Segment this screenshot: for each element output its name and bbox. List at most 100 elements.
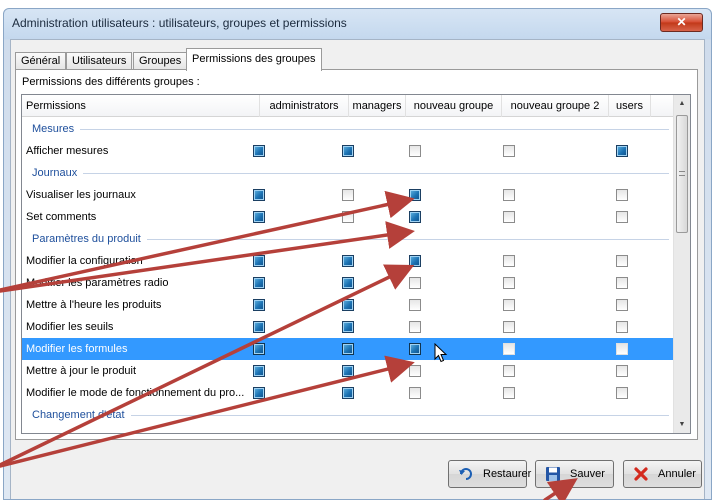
permission-checkbox[interactable] xyxy=(253,255,265,267)
group-divider xyxy=(80,129,669,130)
permission-checkbox[interactable] xyxy=(342,211,354,223)
group-header-row: Paramètres du produit xyxy=(22,228,673,250)
tab-label: Permissions des groupes xyxy=(192,53,316,65)
permission-label: Mettre à jour le produit xyxy=(26,365,137,377)
tab-general[interactable]: Général xyxy=(15,52,67,70)
scroll-down-arrow-icon[interactable]: ▼ xyxy=(674,416,690,433)
permission-checkbox[interactable] xyxy=(342,387,354,399)
column-header-managers[interactable]: managers xyxy=(349,95,406,117)
close-button[interactable]: ✕ xyxy=(660,13,703,32)
permission-row[interactable]: Visualiser les journaux xyxy=(22,184,673,206)
permission-label: Modifier les seuils xyxy=(26,321,114,333)
permission-row[interactable]: Mettre à jour le produit xyxy=(22,360,673,382)
permission-checkbox[interactable] xyxy=(253,145,265,157)
tab-users[interactable]: Utilisateurs xyxy=(66,52,133,70)
floppy-disk-icon xyxy=(546,467,560,481)
permission-checkbox[interactable] xyxy=(342,321,354,333)
permission-checkbox[interactable] xyxy=(409,277,421,289)
permission-checkbox[interactable] xyxy=(503,211,515,223)
permission-checkbox[interactable] xyxy=(409,299,421,311)
window-title: Administration utilisateurs : utilisateu… xyxy=(12,16,347,30)
tab-label: Groupes xyxy=(139,55,182,67)
permission-checkbox[interactable] xyxy=(342,145,354,157)
permission-checkbox[interactable] xyxy=(503,387,515,399)
save-button-label: Sauver xyxy=(570,468,605,480)
permission-checkbox[interactable] xyxy=(409,387,421,399)
permission-checkbox[interactable] xyxy=(342,343,354,355)
permission-checkbox[interactable] xyxy=(409,211,421,223)
permission-checkbox[interactable] xyxy=(253,299,265,311)
close-icon: ✕ xyxy=(676,15,687,29)
permission-checkbox[interactable] xyxy=(503,343,515,355)
permission-checkbox[interactable] xyxy=(253,189,265,201)
column-header-permissions[interactable]: Permissions xyxy=(22,95,260,117)
permission-checkbox[interactable] xyxy=(253,387,265,399)
permission-checkbox[interactable] xyxy=(616,343,628,355)
permission-checkbox[interactable] xyxy=(342,255,354,267)
permission-row[interactable]: Modifier les seuils xyxy=(22,316,673,338)
tab-label: Utilisateurs xyxy=(72,55,127,67)
permission-checkbox[interactable] xyxy=(409,321,421,333)
group-header-row: Mesures xyxy=(22,118,673,140)
tab-groups[interactable]: Groupes xyxy=(133,52,188,70)
permission-row[interactable]: Afficher mesures xyxy=(22,140,673,162)
permission-checkbox[interactable] xyxy=(616,321,628,333)
permission-checkbox[interactable] xyxy=(616,387,628,399)
cancel-button[interactable]: Annuler xyxy=(623,460,702,488)
permission-checkbox[interactable] xyxy=(616,145,628,157)
permission-row[interactable]: Modifier le mode de fonctionnement du pr… xyxy=(22,382,673,404)
permission-checkbox[interactable] xyxy=(409,145,421,157)
scrollbar-thumb[interactable] xyxy=(676,115,688,233)
permission-checkbox[interactable] xyxy=(342,189,354,201)
permission-checkbox[interactable] xyxy=(616,365,628,377)
title-bar[interactable]: Administration utilisateurs : utilisateu… xyxy=(4,9,711,37)
permission-checkbox[interactable] xyxy=(503,189,515,201)
permission-checkbox[interactable] xyxy=(503,365,515,377)
permission-checkbox[interactable] xyxy=(342,277,354,289)
permission-checkbox[interactable] xyxy=(409,189,421,201)
permission-checkbox[interactable] xyxy=(253,277,265,289)
permission-row[interactable]: Set comments xyxy=(22,206,673,228)
permission-checkbox[interactable] xyxy=(253,211,265,223)
group-header-label: Changement d'état xyxy=(32,409,125,421)
permission-checkbox[interactable] xyxy=(253,343,265,355)
group-header-row: Journaux xyxy=(22,162,673,184)
tab-label: Général xyxy=(21,55,61,67)
permission-checkbox[interactable] xyxy=(503,145,515,157)
permission-checkbox[interactable] xyxy=(503,321,515,333)
permission-row[interactable]: Modifier la configuration xyxy=(22,250,673,272)
permission-checkbox[interactable] xyxy=(616,299,628,311)
permission-checkbox[interactable] xyxy=(503,255,515,267)
permission-checkbox[interactable] xyxy=(616,277,628,289)
permission-checkbox[interactable] xyxy=(616,211,628,223)
scrollbar-grip-icon xyxy=(679,171,685,176)
permission-row[interactable]: Modifier les formules xyxy=(22,338,673,360)
restore-button[interactable]: Restaurer xyxy=(448,460,531,488)
permission-row[interactable]: Modifier les paramètres radio xyxy=(22,272,673,294)
permission-checkbox[interactable] xyxy=(253,365,265,377)
permission-checkbox[interactable] xyxy=(342,365,354,377)
permission-checkbox[interactable] xyxy=(409,343,421,355)
permission-checkbox[interactable] xyxy=(409,365,421,377)
permission-checkbox[interactable] xyxy=(503,299,515,311)
group-divider xyxy=(131,415,669,416)
permission-row[interactable]: Mettre à l'heure les produits xyxy=(22,294,673,316)
permission-checkbox[interactable] xyxy=(503,277,515,289)
permission-checkbox[interactable] xyxy=(616,255,628,267)
column-header-nouveau-groupe-2[interactable]: nouveau groupe 2 xyxy=(502,95,609,117)
column-header-administrators[interactable]: administrators xyxy=(260,95,349,117)
column-header-users[interactable]: users xyxy=(609,95,651,117)
undo-icon xyxy=(459,468,472,480)
column-header-nouveau-groupe[interactable]: nouveau groupe xyxy=(406,95,502,117)
scroll-up-arrow-icon[interactable]: ▲ xyxy=(674,95,690,112)
permission-checkbox[interactable] xyxy=(409,255,421,267)
tab-group-permissions[interactable]: Permissions des groupes xyxy=(186,48,322,71)
permission-checkbox[interactable] xyxy=(616,189,628,201)
save-button[interactable]: Sauver xyxy=(535,460,614,488)
panel-label: Permissions des différents groupes : xyxy=(22,76,200,88)
permission-label: Modifier le mode de fonctionnement du pr… xyxy=(26,387,245,399)
permission-checkbox[interactable] xyxy=(253,321,265,333)
permission-checkbox[interactable] xyxy=(342,299,354,311)
vertical-scrollbar[interactable]: ▲ ▼ xyxy=(673,95,690,433)
group-header-label: Journaux xyxy=(32,167,78,179)
